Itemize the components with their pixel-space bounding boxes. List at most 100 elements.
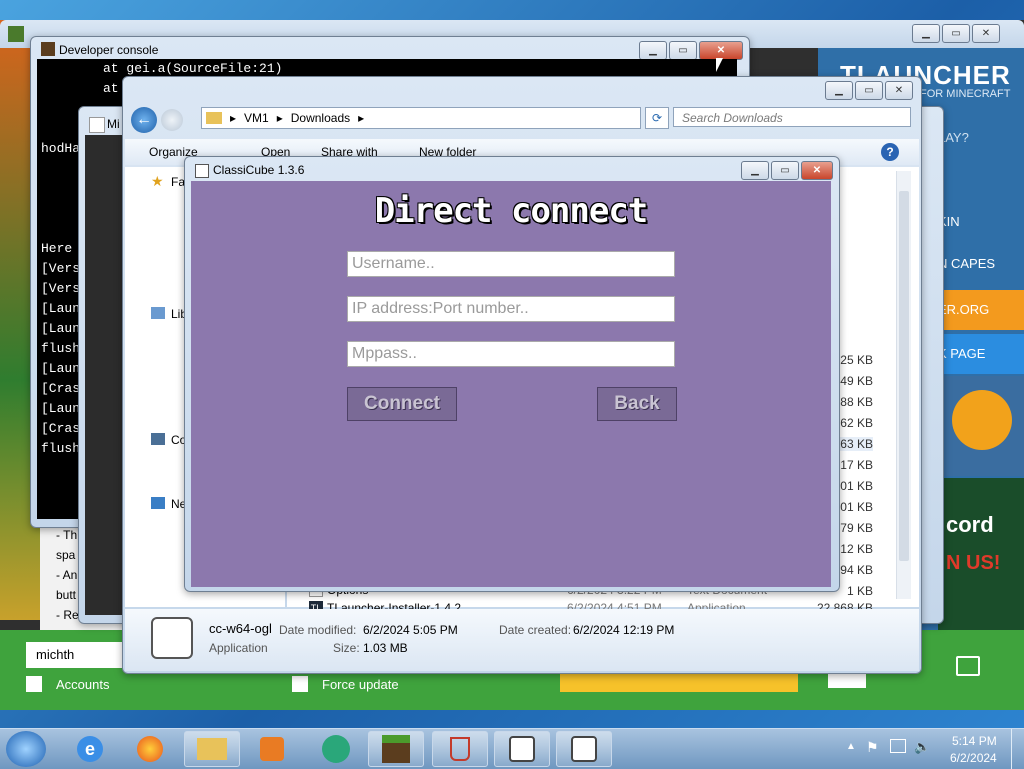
news-line: - An	[56, 568, 78, 582]
classicube-window: ClassiCube 1.3.6 ▁ ▭ ✕ Direct connect Us…	[184, 156, 840, 592]
tlauncher-caption-buttons: ▁ ▭ ✕	[912, 24, 1000, 43]
force-update-label: Force update	[322, 677, 399, 692]
tlauncher-promo-image	[938, 376, 1024, 476]
console-line: [Cras	[41, 421, 81, 436]
nav-favorites[interactable]: Fa	[171, 175, 185, 189]
console-line: at	[103, 81, 119, 96]
details-modified-value: 6/2/2024 5:05 PM	[363, 623, 458, 637]
scrollbar-thumb[interactable]	[899, 191, 909, 561]
taskbar: e ▲ ⚑ 🔈 5:14 PM 6/2/2024	[0, 728, 1024, 769]
news-line: - Re	[56, 608, 79, 622]
direct-connect-screen: Direct connect Username.. IP address:Por…	[191, 181, 831, 587]
console-line: [Laun	[41, 321, 81, 336]
news-line: - Th	[56, 528, 78, 542]
details-created-label: Date created:	[499, 623, 572, 637]
accounts-checkbox[interactable]	[26, 676, 42, 692]
tlauncher-taskbar-icon[interactable]	[308, 731, 364, 767]
console-line: flush	[41, 441, 81, 456]
maximize-button[interactable]: ▭	[771, 161, 799, 180]
action-center-flag-icon[interactable]: ⚑	[866, 739, 879, 756]
console-line: [Vers	[41, 261, 81, 276]
tlauncher-brand-subtitle: FOR MINECRAFT	[920, 88, 1011, 100]
minimize-button[interactable]: ▁	[741, 161, 769, 180]
tlauncher-discord-banner[interactable]: cord N US!	[938, 478, 1024, 630]
details-size-value: 1.03 MB	[363, 641, 408, 655]
volume-muted-icon[interactable]: 🔈	[914, 739, 930, 755]
close-button[interactable]: ✕	[972, 24, 1000, 43]
console-line: [Vers	[41, 281, 81, 296]
file-size: 1 KB	[846, 584, 873, 598]
force-update-checkbox[interactable]	[292, 676, 308, 692]
breadcrumb-item[interactable]: Downloads	[291, 111, 350, 125]
address-bar[interactable]: ▸ VM1 ▸ Downloads ▸	[201, 107, 641, 129]
breadcrumb-separator-icon: ▸	[358, 111, 365, 125]
minimize-button[interactable]: ▁	[912, 24, 940, 43]
forward-arrow-icon[interactable]	[161, 109, 183, 131]
file-explorer-icon[interactable]	[184, 731, 240, 767]
page-title: Direct connect	[374, 191, 649, 231]
details-modified-label: Date modified:	[279, 623, 357, 637]
caption-buttons: ▁ ▭ ✕	[825, 81, 913, 100]
console-line: flush	[41, 341, 81, 356]
internet-explorer-icon[interactable]: e	[62, 731, 118, 767]
folder-icon	[206, 112, 222, 124]
media-player-icon[interactable]	[244, 731, 300, 767]
console-line: [Laun	[41, 401, 81, 416]
details-file-type: Application	[209, 641, 268, 655]
caption-buttons: ▁ ▭ ✕	[639, 41, 743, 60]
close-button[interactable]: ✕	[885, 81, 913, 100]
details-created-value: 6/2/2024 12:19 PM	[573, 623, 675, 637]
start-button[interactable]	[6, 731, 46, 767]
maximize-button[interactable]: ▭	[669, 41, 697, 60]
minimize-button[interactable]: ▁	[825, 81, 853, 100]
mppass-input[interactable]: Mppass..	[347, 341, 675, 367]
show-desktop-button[interactable]	[1011, 729, 1024, 769]
minecraft-taskbar-icon[interactable]	[368, 731, 424, 767]
breadcrumb-separator-icon: ▸	[276, 111, 283, 125]
minecraft-block-icon	[41, 42, 55, 56]
back-arrow-icon[interactable]: ←	[131, 107, 157, 133]
join-text: N US!	[946, 552, 1001, 574]
window-title: ClassiCube 1.3.6	[213, 163, 305, 177]
discord-text: cord	[946, 512, 994, 537]
folder-icon[interactable]	[956, 656, 980, 676]
close-button[interactable]: ✕	[801, 161, 833, 180]
caption-buttons: ▁ ▭ ✕	[741, 161, 833, 180]
console-line: [Cras	[41, 381, 81, 396]
show-hidden-icons-icon[interactable]: ▲	[846, 741, 856, 752]
help-icon[interactable]: ?	[881, 143, 899, 161]
console-line: [Laun	[41, 361, 81, 376]
search-input[interactable]: Search Downloads	[673, 107, 911, 127]
clock-date[interactable]: 6/2/2024	[950, 751, 997, 765]
news-line: spa	[56, 548, 76, 562]
creeper-badge-icon	[952, 390, 1012, 450]
console-line: Here	[41, 241, 73, 256]
java-icon[interactable]	[432, 731, 488, 767]
minecraft-icon	[8, 26, 24, 42]
details-size-label: Size:	[333, 641, 360, 655]
accounts-label: Accounts	[56, 677, 110, 692]
breadcrumb-item[interactable]: VM1	[244, 111, 269, 125]
computer-icon	[151, 433, 165, 445]
classicube-taskbar-icon-2[interactable]	[556, 731, 612, 767]
minimize-button[interactable]: ▁	[639, 41, 667, 60]
username-input[interactable]: Username..	[347, 251, 675, 277]
vertical-scrollbar[interactable]	[896, 171, 911, 599]
news-line: butt	[56, 588, 77, 602]
maximize-button[interactable]: ▭	[942, 24, 970, 43]
console-line: [Laun	[41, 301, 81, 316]
network-tray-icon[interactable]	[890, 739, 906, 753]
window-title: Mi	[107, 117, 120, 131]
maximize-button[interactable]: ▭	[855, 81, 883, 100]
connect-button[interactable]: Connect	[347, 387, 457, 421]
firefox-icon[interactable]	[122, 731, 178, 767]
clock-time[interactable]: 5:14 PM	[952, 734, 997, 748]
classicube-icon	[195, 164, 209, 178]
breadcrumb-separator-icon: ▸	[230, 111, 237, 125]
ip-address-input[interactable]: IP address:Port number..	[347, 296, 675, 322]
classicube-taskbar-icon[interactable]	[494, 731, 550, 767]
refresh-icon[interactable]: ⟳	[645, 107, 669, 129]
classicube-app-icon	[151, 617, 193, 659]
console-line: at gei.a(SourceFile:21)	[103, 61, 283, 76]
back-button[interactable]: Back	[597, 387, 677, 421]
